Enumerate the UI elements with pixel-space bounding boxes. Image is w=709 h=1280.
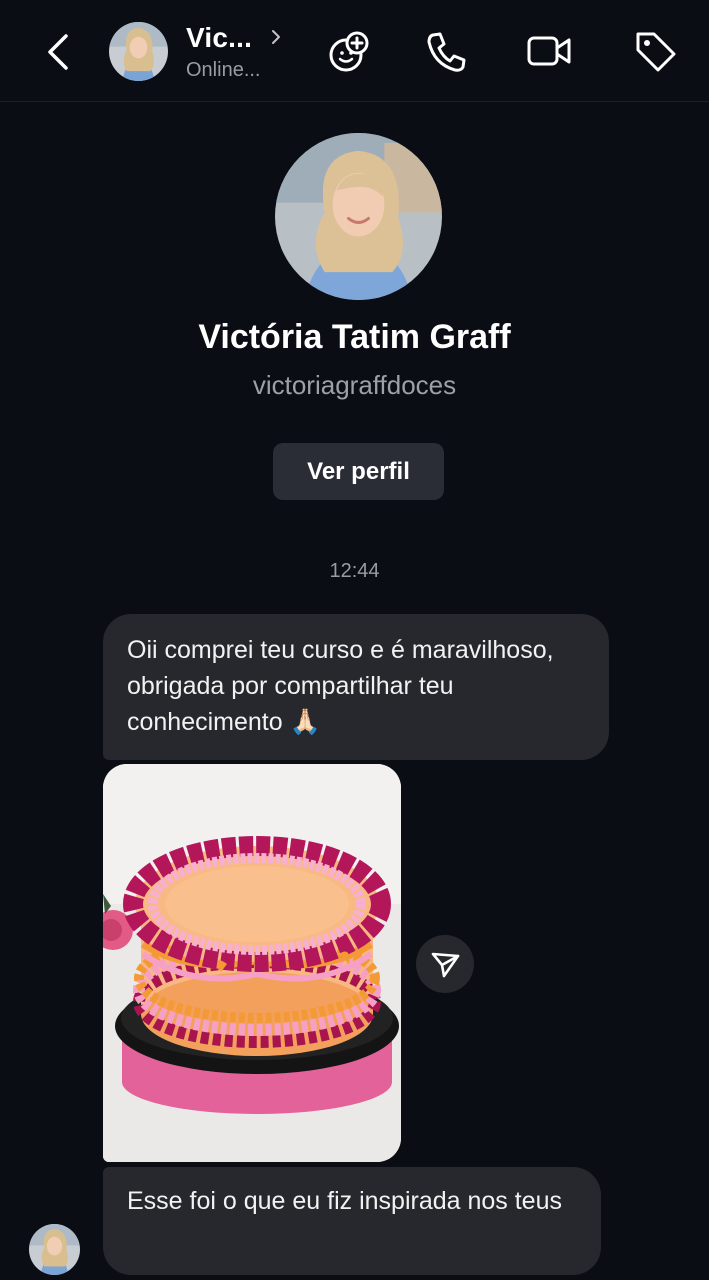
chat-header: Vic... Online...: [0, 0, 709, 102]
share-button[interactable]: [416, 935, 474, 993]
message-image[interactable]: [103, 764, 401, 1162]
send-icon: [431, 952, 460, 978]
video-call-icon[interactable]: [524, 26, 574, 76]
header-contact-name: Vic...: [186, 22, 253, 53]
back-arrow-icon[interactable]: [40, 28, 80, 76]
profile-avatar[interactable]: [275, 133, 442, 300]
profile-username: victoriagraffdoces: [252, 370, 457, 400]
header-status: Online...: [186, 59, 261, 81]
phone-icon[interactable]: [421, 26, 471, 76]
message-bubble[interactable]: Oii comprei teu curso e é maravilhoso, o…: [103, 614, 609, 760]
header-contact[interactable]: Vic... Online...: [186, 22, 296, 81]
header-avatar[interactable]: [109, 22, 168, 81]
profile-name: Victória Tatim Graff: [198, 318, 511, 356]
add-effect-icon[interactable]: [324, 26, 374, 76]
message-bubble[interactable]: Esse foi o que eu fiz inspirada nos teus: [103, 1167, 601, 1275]
tag-icon[interactable]: [630, 26, 680, 76]
view-profile-button[interactable]: Ver perfil: [273, 443, 444, 500]
message-timestamp: 12:44: [329, 560, 380, 582]
chevron-right-icon: [268, 26, 284, 48]
sender-avatar[interactable]: [29, 1224, 80, 1275]
